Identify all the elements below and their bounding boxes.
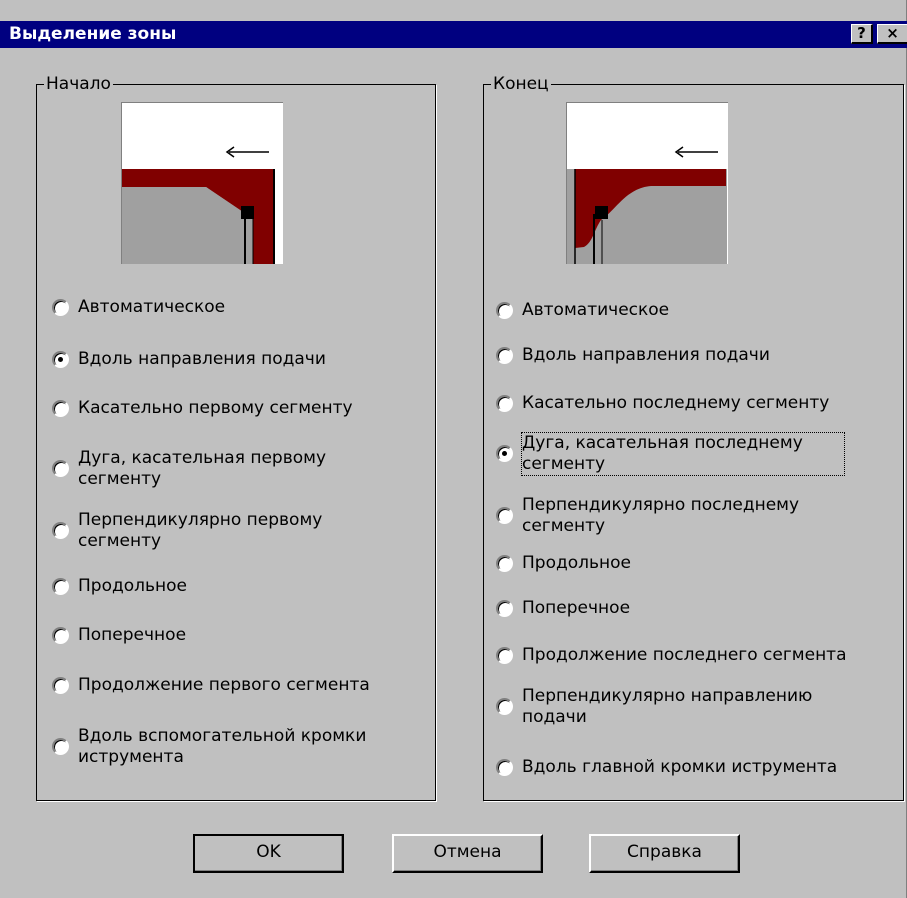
start-option-tangent-first-segment[interactable]: Касательно первому сегменту	[52, 398, 408, 419]
end-option-perpendicular-feed-direction[interactable]: Перпендикулярно направлению подачи	[496, 686, 857, 728]
radio-label: Автоматическое	[78, 297, 226, 317]
start-option-perpendicular-first-segment[interactable]: Перпендикулярно первому сегменту	[52, 510, 368, 552]
radio-label: Касательно последнему сегменту	[522, 393, 830, 413]
end-option-perpendicular-last-segment[interactable]: Перпендикулярно последнему сегменту	[496, 495, 857, 537]
radio-circle-icon	[52, 677, 69, 694]
radio-circle-icon	[496, 445, 513, 462]
start-group-legend: Начало	[44, 73, 113, 95]
radio-label: Поперечное	[78, 625, 187, 645]
end-option-tangent-last-segment[interactable]: Касательно последнему сегменту	[496, 393, 897, 414]
radio-circle-icon	[496, 698, 513, 715]
dialog-title: Выделение зоны	[9, 24, 177, 44]
title-bar[interactable]: Выделение зоны ? ×	[0, 21, 907, 48]
help-question-button[interactable]: ?	[851, 24, 873, 44]
dialog-window: Выделение зоны ? × Начало Автоматическое…	[0, 0, 907, 898]
radio-label: Перпендикулярно направлению подачи	[522, 686, 813, 727]
radio-circle-icon	[52, 460, 69, 477]
end-option-longitudinal[interactable]: Продольное	[496, 553, 892, 574]
radio-label: Вдоль вспомогательной кромки иструмента	[78, 726, 367, 767]
end-option-feed-direction[interactable]: Вдоль направления подачи	[496, 345, 892, 366]
radio-circle-icon	[496, 395, 513, 412]
end-option-continuation-last-segment[interactable]: Продолжение последнего сегмента	[496, 645, 902, 666]
radio-label: Вдоль направления подачи	[522, 345, 770, 365]
start-option-automatic[interactable]: Автоматическое	[52, 297, 408, 318]
radio-label: Вдоль главной кромки иструмента	[522, 757, 838, 777]
end-group-legend: Конец	[491, 73, 551, 95]
start-option-feed-direction[interactable]: Вдоль направления подачи	[52, 349, 408, 370]
radio-label: Дуга, касательная последнему сегменту	[521, 432, 845, 476]
radio-label: Дуга, касательная первому сегменту	[78, 448, 327, 489]
radio-label: Перпендикулярно последнему сегменту	[522, 495, 800, 536]
start-option-auxiliary-edge[interactable]: Вдоль вспомогательной кромки иструмента	[52, 726, 398, 768]
end-preview-image	[566, 102, 728, 264]
radio-label: Продолжение последнего сегмента	[522, 645, 847, 665]
radio-circle-icon	[52, 578, 69, 595]
end-option-main-edge[interactable]: Вдоль главной кромки иструмента	[496, 757, 902, 778]
radio-label: Вдоль направления подачи	[78, 349, 326, 369]
radio-label: Перпендикулярно первому сегменту	[78, 510, 323, 551]
radio-circle-icon	[52, 299, 69, 316]
start-preview-image	[121, 102, 283, 264]
start-option-arc-tangent-first-segment[interactable]: Дуга, касательная первому сегменту	[52, 448, 378, 490]
radio-circle-icon	[496, 347, 513, 364]
radio-label: Автоматическое	[522, 300, 670, 320]
radio-label: Продольное	[522, 553, 631, 573]
end-option-transverse[interactable]: Поперечное	[496, 598, 892, 619]
ok-button[interactable]: OK	[193, 834, 344, 873]
radio-circle-icon	[496, 555, 513, 572]
start-option-longitudinal[interactable]: Продольное	[52, 576, 408, 597]
end-option-automatic[interactable]: Автоматическое	[496, 300, 892, 321]
radio-circle-icon	[496, 759, 513, 776]
radio-circle-icon	[52, 522, 69, 539]
start-option-transverse[interactable]: Поперечное	[52, 625, 408, 646]
radio-circle-icon	[52, 627, 69, 644]
radio-circle-icon	[52, 351, 69, 368]
radio-label: Касательно первому сегменту	[78, 398, 353, 418]
radio-circle-icon	[52, 738, 69, 755]
cancel-button[interactable]: Отмена	[392, 834, 543, 873]
radio-circle-icon	[496, 302, 513, 319]
radio-circle-icon	[496, 507, 513, 524]
end-option-arc-tangent-last-segment[interactable]: Дуга, касательная последнему сегменту	[496, 432, 845, 476]
radio-label: Продолжение первого сегмента	[78, 675, 370, 695]
radio-circle-icon	[52, 400, 69, 417]
close-button[interactable]: ×	[877, 24, 907, 44]
radio-label: Поперечное	[522, 598, 631, 618]
radio-circle-icon	[496, 647, 513, 664]
radio-circle-icon	[496, 600, 513, 617]
radio-label: Продольное	[78, 576, 187, 596]
start-option-continuation-first-segment[interactable]: Продолжение первого сегмента	[52, 675, 418, 696]
help-button[interactable]: Справка	[589, 834, 740, 873]
